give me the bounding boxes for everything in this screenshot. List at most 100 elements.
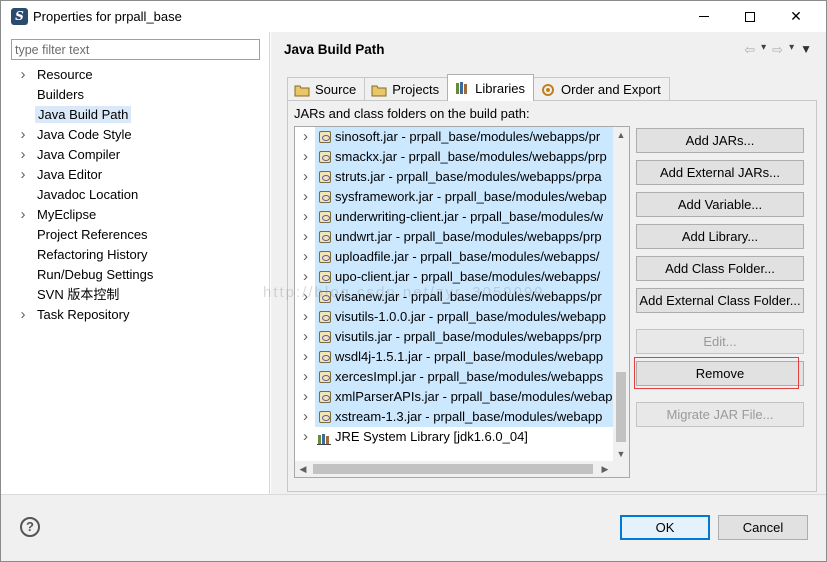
chevron-right-icon[interactable]: ›	[303, 127, 313, 147]
list-item[interactable]: › smackx.jar - prpall_base/modules/webapp…	[295, 147, 615, 167]
list-item-label: visutils-1.0.0.jar - prpall_base/modules…	[335, 309, 606, 324]
horizontal-scroll-thumb[interactable]	[313, 464, 593, 474]
tree-item[interactable]: › Java Code Style	[15, 125, 265, 145]
chevron-right-icon[interactable]: ›	[17, 125, 29, 145]
add-variable-button[interactable]: Add Variable...	[636, 192, 804, 217]
chevron-right-icon[interactable]: ›	[303, 287, 313, 307]
list-item[interactable]: › sysframework.jar - prpall_base/modules/…	[295, 187, 615, 207]
forward-arrow-icon[interactable]: ⇨	[772, 42, 783, 58]
libraries-icon	[454, 81, 470, 95]
chevron-right-icon[interactable]: ›	[303, 387, 313, 407]
chevron-right-icon[interactable]: ›	[303, 267, 313, 287]
jar-icon	[319, 291, 331, 303]
tree-item[interactable]: Builders	[15, 85, 265, 105]
add-external-class-folder-button[interactable]: Add External Class Folder...	[636, 288, 804, 313]
cancel-button[interactable]: Cancel	[718, 515, 808, 540]
vertical-scrollbar[interactable]: ▲ ▼	[613, 127, 629, 462]
chevron-right-icon[interactable]: ›	[17, 145, 29, 165]
list-item-label: visanew.jar - prpall_base/modules/webapp…	[335, 289, 602, 304]
help-icon[interactable]: ?	[20, 517, 40, 537]
tree-item[interactable]: SVN 版本控制	[15, 285, 265, 305]
list-item-jre[interactable]: › JRE System Library [jdk1.6.0_04]	[295, 427, 615, 447]
list-item[interactable]: › xmlParserAPIs.jar - prpall_base/modules…	[295, 387, 615, 407]
close-button[interactable]: ✕	[773, 1, 819, 32]
minimize-button[interactable]	[681, 1, 727, 32]
tree-item[interactable]: › MyEclipse	[15, 205, 265, 225]
ok-button[interactable]: OK	[620, 515, 710, 540]
eclipse-app-icon: S	[11, 8, 28, 25]
view-menu-icon[interactable]: ▼	[800, 42, 812, 58]
back-arrow-icon[interactable]: ⇦	[744, 42, 755, 58]
migrate-jar-button[interactable]: Migrate JAR File...	[636, 402, 804, 427]
tree-item-label: Java Build Path	[35, 106, 132, 123]
scroll-down-icon[interactable]: ▼	[613, 446, 629, 462]
scroll-up-icon[interactable]: ▲	[613, 127, 629, 143]
chevron-right-icon[interactable]: ›	[303, 207, 313, 227]
chevron-right-icon[interactable]: ›	[303, 347, 313, 367]
tree-item[interactable]: Refactoring History	[15, 245, 265, 265]
chevron-right-icon[interactable]: ›	[303, 187, 313, 207]
tab-projects[interactable]: Projects	[364, 77, 449, 101]
list-item[interactable]: › struts.jar - prpall_base/modules/webapp…	[295, 167, 615, 187]
tab-order-and-export[interactable]: Order and Export	[533, 77, 670, 101]
list-item[interactable]: › undwrt.jar - prpall_base/modules/webapp…	[295, 227, 615, 247]
tree-item[interactable]: Run/Debug Settings	[15, 265, 265, 285]
horizontal-scrollbar[interactable]: ◀ ▶	[295, 461, 629, 477]
chevron-right-icon[interactable]: ›	[303, 407, 313, 427]
jar-icon	[319, 211, 331, 223]
edit-button[interactable]: Edit...	[636, 329, 804, 354]
tree-item[interactable]: › Java Compiler	[15, 145, 265, 165]
chevron-right-icon[interactable]: ›	[303, 147, 313, 167]
build-path-list[interactable]: › sinosoft.jar - prpall_base/modules/weba…	[294, 126, 630, 478]
back-dropdown-icon[interactable]: ▾	[761, 42, 766, 58]
add-jars-button[interactable]: Add JARs...	[636, 128, 804, 153]
tree-item[interactable]: › Resource	[15, 65, 265, 85]
list-item[interactable]: › uploadfile.jar - prpall_base/modules/we…	[295, 247, 615, 267]
filter-input[interactable]	[11, 39, 260, 60]
tree-item[interactable]: Project References	[15, 225, 265, 245]
jar-icon	[319, 231, 331, 243]
tree-item[interactable]: Javadoc Location	[15, 185, 265, 205]
chevron-right-icon[interactable]: ›	[303, 247, 313, 267]
chevron-right-icon[interactable]: ›	[303, 427, 313, 447]
chevron-right-icon[interactable]: ›	[17, 165, 29, 185]
page-header: Java Build Path ⇦ ▾ ⇨ ▾ ▼	[271, 32, 826, 70]
vertical-scroll-thumb[interactable]	[616, 372, 626, 442]
scroll-right-icon[interactable]: ▶	[597, 461, 613, 477]
tree-item[interactable]: › Task Repository	[15, 305, 265, 325]
chevron-right-icon[interactable]: ›	[17, 305, 29, 325]
list-item[interactable]: › sinosoft.jar - prpall_base/modules/weba…	[295, 127, 615, 147]
chevron-right-icon[interactable]: ›	[303, 167, 313, 187]
chevron-right-icon[interactable]: ›	[303, 307, 313, 327]
scroll-left-icon[interactable]: ◀	[295, 461, 311, 477]
chevron-right-icon[interactable]: ›	[17, 65, 29, 85]
list-item[interactable]: › wsdl4j-1.5.1.jar - prpall_base/modules/…	[295, 347, 615, 367]
add-class-folder-button[interactable]: Add Class Folder...	[636, 256, 804, 281]
list-item-label: uploadfile.jar - prpall_base/modules/web…	[335, 249, 600, 264]
jar-icon	[319, 131, 331, 143]
tree-item-label: Task Repository	[37, 307, 130, 322]
add-library-button[interactable]: Add Library...	[636, 224, 804, 249]
tree-item[interactable]: Java Build Path	[15, 105, 265, 125]
chevron-right-icon[interactable]: ›	[303, 367, 313, 387]
list-item[interactable]: › xstream-1.3.jar - prpall_base/modules/w…	[295, 407, 615, 427]
page-title: Java Build Path	[284, 42, 385, 57]
chevron-right-icon[interactable]: ›	[303, 227, 313, 247]
jar-icon	[319, 191, 331, 203]
list-item[interactable]: › upo-client.jar - prpall_base/modules/we…	[295, 267, 615, 287]
tree-item-label: Builders	[37, 87, 84, 102]
list-item[interactable]: › underwriting-client.jar - prpall_base/m…	[295, 207, 615, 227]
tab-libraries[interactable]: Libraries	[447, 74, 535, 101]
chevron-right-icon[interactable]: ›	[303, 327, 313, 347]
list-item[interactable]: › xercesImpl.jar - prpall_base/modules/we…	[295, 367, 615, 387]
maximize-button[interactable]	[727, 1, 773, 32]
tab-source[interactable]: Source	[287, 77, 366, 101]
list-item[interactable]: › visutils.jar - prpall_base/modules/weba…	[295, 327, 615, 347]
forward-dropdown-icon[interactable]: ▾	[789, 42, 794, 58]
chevron-right-icon[interactable]: ›	[17, 205, 29, 225]
add-external-jars-button[interactable]: Add External JARs...	[636, 160, 804, 185]
list-item[interactable]: › visutils-1.0.0.jar - prpall_base/module…	[295, 307, 615, 327]
list-item[interactable]: › visanew.jar - prpall_base/modules/webap…	[295, 287, 615, 307]
page-nav-icons: ⇦ ▾ ⇨ ▾ ▼	[744, 42, 812, 58]
tree-item[interactable]: › Java Editor	[15, 165, 265, 185]
